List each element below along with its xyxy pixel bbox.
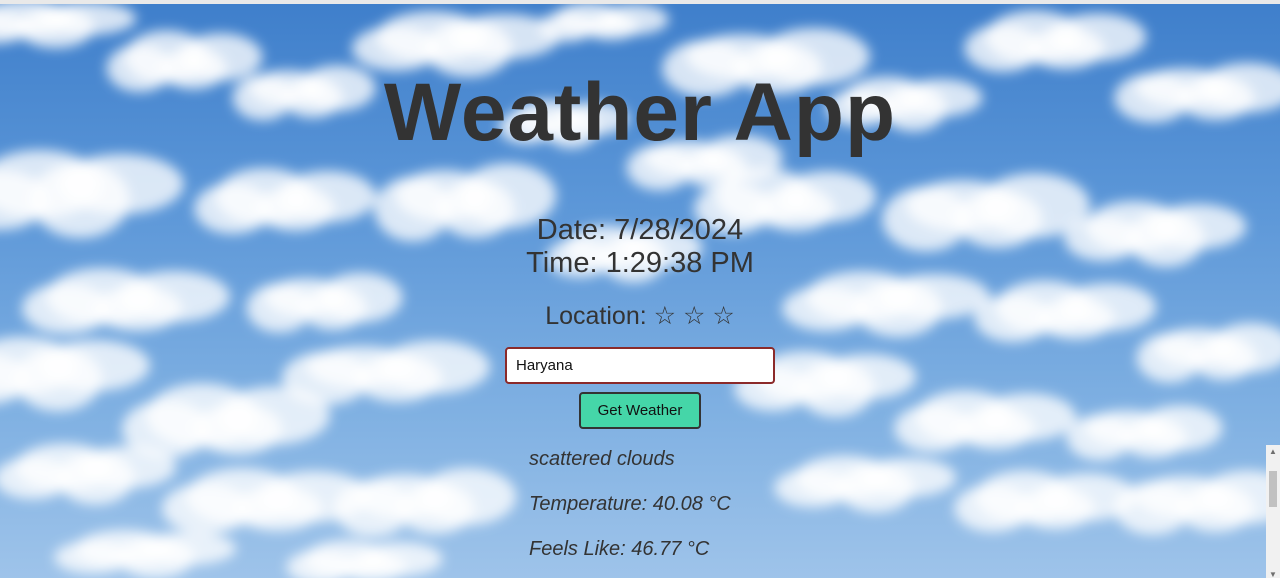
page-scrollbar[interactable]: ▲ ▼ (1266, 445, 1280, 578)
weather-description: scattered clouds (529, 448, 675, 470)
page-title: Weather App (383, 67, 897, 158)
temperature-label: Temperature: 40.08 °C (529, 493, 731, 515)
feels-like-label: Feels Like: 46.77 °C (529, 538, 710, 560)
weather-app-page: Weather App Date: 7/28/2024 Time: 1:29:3… (0, 0, 1280, 578)
date-label: Date: 7/28/2024 (536, 214, 744, 246)
location-label: Location: ☆ ☆ ☆ (545, 302, 735, 330)
time-label: Time: 1:29:38 PM (526, 247, 754, 279)
main-content: Weather App Date: 7/28/2024 Time: 1:29:3… (0, 4, 1280, 578)
get-weather-button[interactable]: Get Weather (579, 392, 701, 429)
scroll-up-arrow-icon[interactable]: ▲ (1266, 445, 1280, 459)
city-input[interactable] (505, 347, 775, 384)
scroll-down-arrow-icon[interactable]: ▼ (1266, 568, 1280, 578)
scroll-thumb[interactable] (1269, 471, 1277, 507)
